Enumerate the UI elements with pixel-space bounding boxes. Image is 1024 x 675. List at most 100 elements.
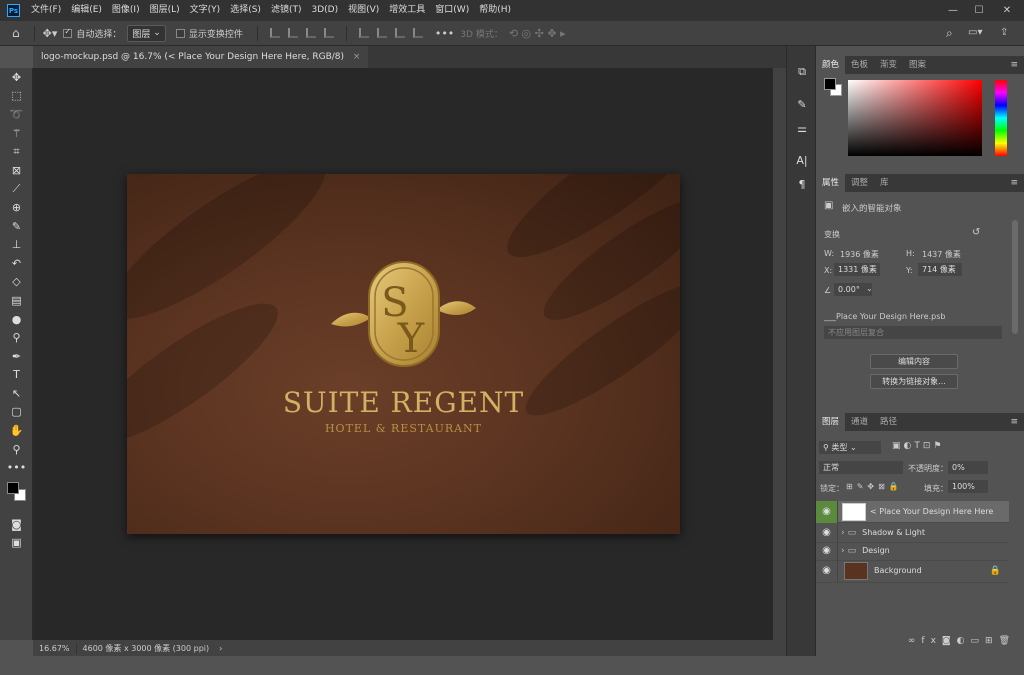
height-value[interactable]: 1437 像素 — [922, 249, 961, 260]
foreground-color-swatch[interactable] — [824, 78, 836, 90]
workspace-icon[interactable]: ▭▾ — [968, 27, 982, 38]
layer-name[interactable]: Design — [862, 546, 890, 555]
tab-libraries[interactable]: 库 — [874, 174, 895, 192]
tab-swatches[interactable]: 色板 — [845, 56, 874, 74]
color-picker-field[interactable] — [848, 80, 982, 156]
tab-layers[interactable]: 图层 — [816, 413, 846, 431]
path-selection-tool-icon[interactable]: ↖ — [0, 384, 33, 403]
magic-wand-tool-icon[interactable]: ⚚ — [0, 124, 33, 143]
marquee-tool-icon[interactable]: ⬚ — [0, 87, 33, 106]
logo-mockup-canvas[interactable]: S Y SUITE REGENT HOTEL & RESTAURANT — [127, 174, 680, 534]
visibility-eye-icon[interactable]: ◉ — [816, 540, 838, 561]
shape-tool-icon[interactable]: ▢ — [0, 403, 33, 422]
pen-tool-icon[interactable]: ✒ — [0, 347, 33, 366]
menu-3d[interactable]: 3D(D) — [306, 0, 343, 21]
foreground-color-swatch[interactable] — [7, 482, 19, 495]
distribute-vertical-icon[interactable] — [412, 28, 423, 38]
visibility-eye-icon[interactable]: ◉ — [816, 522, 838, 543]
clone-stamp-tool-icon[interactable]: ⊥ — [0, 235, 33, 254]
lock-options-icons[interactable]: ⊞✎✥⊠🔒 — [846, 482, 903, 491]
minimize-button[interactable]: — — [940, 0, 966, 21]
auto-select-toggle[interactable]: 自动选择： — [63, 27, 121, 40]
lasso-tool-icon[interactable]: ➰ — [0, 105, 33, 124]
x-position-field[interactable]: 1331 像素 — [834, 263, 880, 276]
menu-file[interactable]: 文件(F) — [26, 0, 66, 21]
align-hcenter-icon[interactable] — [287, 28, 298, 38]
screen-mode-icon[interactable]: ▣ — [0, 534, 33, 553]
menu-layer[interactable]: 图层(L) — [145, 0, 185, 21]
layer-filter-icons[interactable]: ▣◐T⊡⚑ — [892, 441, 944, 451]
brush-tool-icon[interactable]: ✎ — [0, 217, 33, 236]
layer-row[interactable]: ◉ Background 🔒 — [816, 558, 1009, 583]
eraser-tool-icon[interactable]: ◇ — [0, 273, 33, 292]
y-position-field[interactable]: 714 像素 — [918, 263, 962, 276]
quick-mask-icon[interactable]: ◙ — [0, 515, 33, 534]
auto-select-checkbox[interactable] — [63, 28, 73, 38]
menu-image[interactable]: 图像(I) — [107, 0, 145, 21]
tab-gradients[interactable]: 渐变 — [874, 56, 903, 74]
move-tool-icon[interactable]: ✥ — [0, 68, 33, 87]
more-options-icon[interactable]: ••• — [435, 27, 454, 40]
tab-adjustments[interactable]: 调整 — [845, 174, 874, 192]
menu-filter[interactable]: 滤镜(T) — [266, 0, 307, 21]
edit-contents-button[interactable]: 编辑内容 — [870, 354, 958, 369]
hand-tool-icon[interactable]: ✋ — [0, 421, 33, 440]
new-layer-icon[interactable]: ⊞ — [985, 636, 999, 646]
adjust-panel-icon[interactable]: ⚌ — [787, 116, 817, 140]
color-swatches[interactable] — [0, 477, 33, 509]
hue-slider[interactable] — [995, 80, 1007, 156]
history-panel-icon[interactable]: ⧉ — [787, 60, 817, 84]
tab-patterns[interactable]: 图案 — [903, 56, 932, 74]
new-group-icon[interactable]: ▭ — [971, 636, 986, 646]
menu-edit[interactable]: 编辑(E) — [66, 0, 107, 21]
add-mask-icon[interactable]: ◙ — [942, 636, 957, 646]
panel-menu-icon[interactable]: ≡ — [1010, 413, 1018, 431]
share-icon[interactable]: ⇪ — [1000, 27, 1008, 38]
tab-color[interactable]: 颜色 — [816, 56, 846, 74]
panel-menu-icon[interactable]: ≡ — [1010, 56, 1018, 74]
home-icon[interactable]: ⌂ — [12, 26, 20, 40]
align-right-icon[interactable] — [305, 28, 316, 38]
menu-window[interactable]: 窗口(W) — [430, 0, 474, 21]
fill-field[interactable]: 100% — [948, 480, 988, 493]
align-left-icon[interactable] — [269, 28, 280, 38]
layer-row[interactable]: ◉ › ▭ Shadow & Light — [816, 522, 1009, 543]
align-top-icon[interactable] — [358, 28, 369, 38]
crop-tool-icon[interactable]: ⌗ — [0, 142, 33, 161]
menu-plugins[interactable]: 增效工具 — [384, 0, 430, 21]
zoom-tool-icon[interactable]: ⚲ — [0, 440, 33, 459]
document-info[interactable]: 4600 像素 x 3000 像素 (300 ppi) — [75, 642, 216, 654]
opacity-field[interactable]: 0% — [948, 461, 988, 474]
close-tab-icon[interactable]: × — [353, 52, 361, 62]
layer-filter-dropdown[interactable]: ⚲ 类型 ⌄ — [819, 441, 881, 454]
move-tool-icon[interactable]: ✥▾ — [43, 27, 58, 40]
align-bottom-icon[interactable] — [394, 28, 405, 38]
layer-name[interactable]: Background — [874, 566, 922, 575]
layer-name[interactable]: < Place Your Design Here Here — [870, 507, 993, 516]
tab-channels[interactable]: 通道 — [845, 413, 874, 431]
reset-transform-icon[interactable]: ↺ — [972, 227, 980, 238]
frame-tool-icon[interactable]: ⊠ — [0, 161, 33, 180]
menu-view[interactable]: 视图(V) — [343, 0, 384, 21]
visibility-eye-icon[interactable]: ◉ — [816, 500, 838, 523]
layer-name[interactable]: Shadow & Light — [862, 528, 925, 537]
tab-paths[interactable]: 路径 — [874, 413, 903, 431]
expand-chevron-icon[interactable]: › — [841, 528, 845, 538]
healing-brush-tool-icon[interactable]: ⊕ — [0, 198, 33, 217]
chevron-right-icon[interactable]: › — [215, 644, 226, 653]
gradient-tool-icon[interactable]: ▤ — [0, 291, 33, 310]
document-tab[interactable]: logo-mockup.psd @ 16.7% (< Place Your De… — [33, 46, 369, 68]
angle-dropdown-icon[interactable]: ⌄ — [866, 284, 873, 293]
layer-style-icon[interactable]: fx — [921, 636, 942, 646]
menu-select[interactable]: 选择(S) — [225, 0, 266, 21]
tab-properties[interactable]: 属性 — [816, 174, 846, 192]
show-transform-checkbox[interactable] — [175, 28, 185, 38]
history-brush-tool-icon[interactable]: ↶ — [0, 254, 33, 273]
layer-row[interactable]: ◉ › ▭ Design — [816, 540, 1009, 561]
visibility-eye-icon[interactable]: ◉ — [816, 558, 838, 583]
maximize-button[interactable]: ☐ — [966, 0, 992, 21]
blend-mode-dropdown[interactable]: 正常 — [819, 461, 903, 474]
link-layers-icon[interactable]: ∞ — [908, 636, 922, 646]
blur-tool-icon[interactable]: ● — [0, 310, 33, 329]
width-value[interactable]: 1936 像素 — [840, 249, 879, 260]
